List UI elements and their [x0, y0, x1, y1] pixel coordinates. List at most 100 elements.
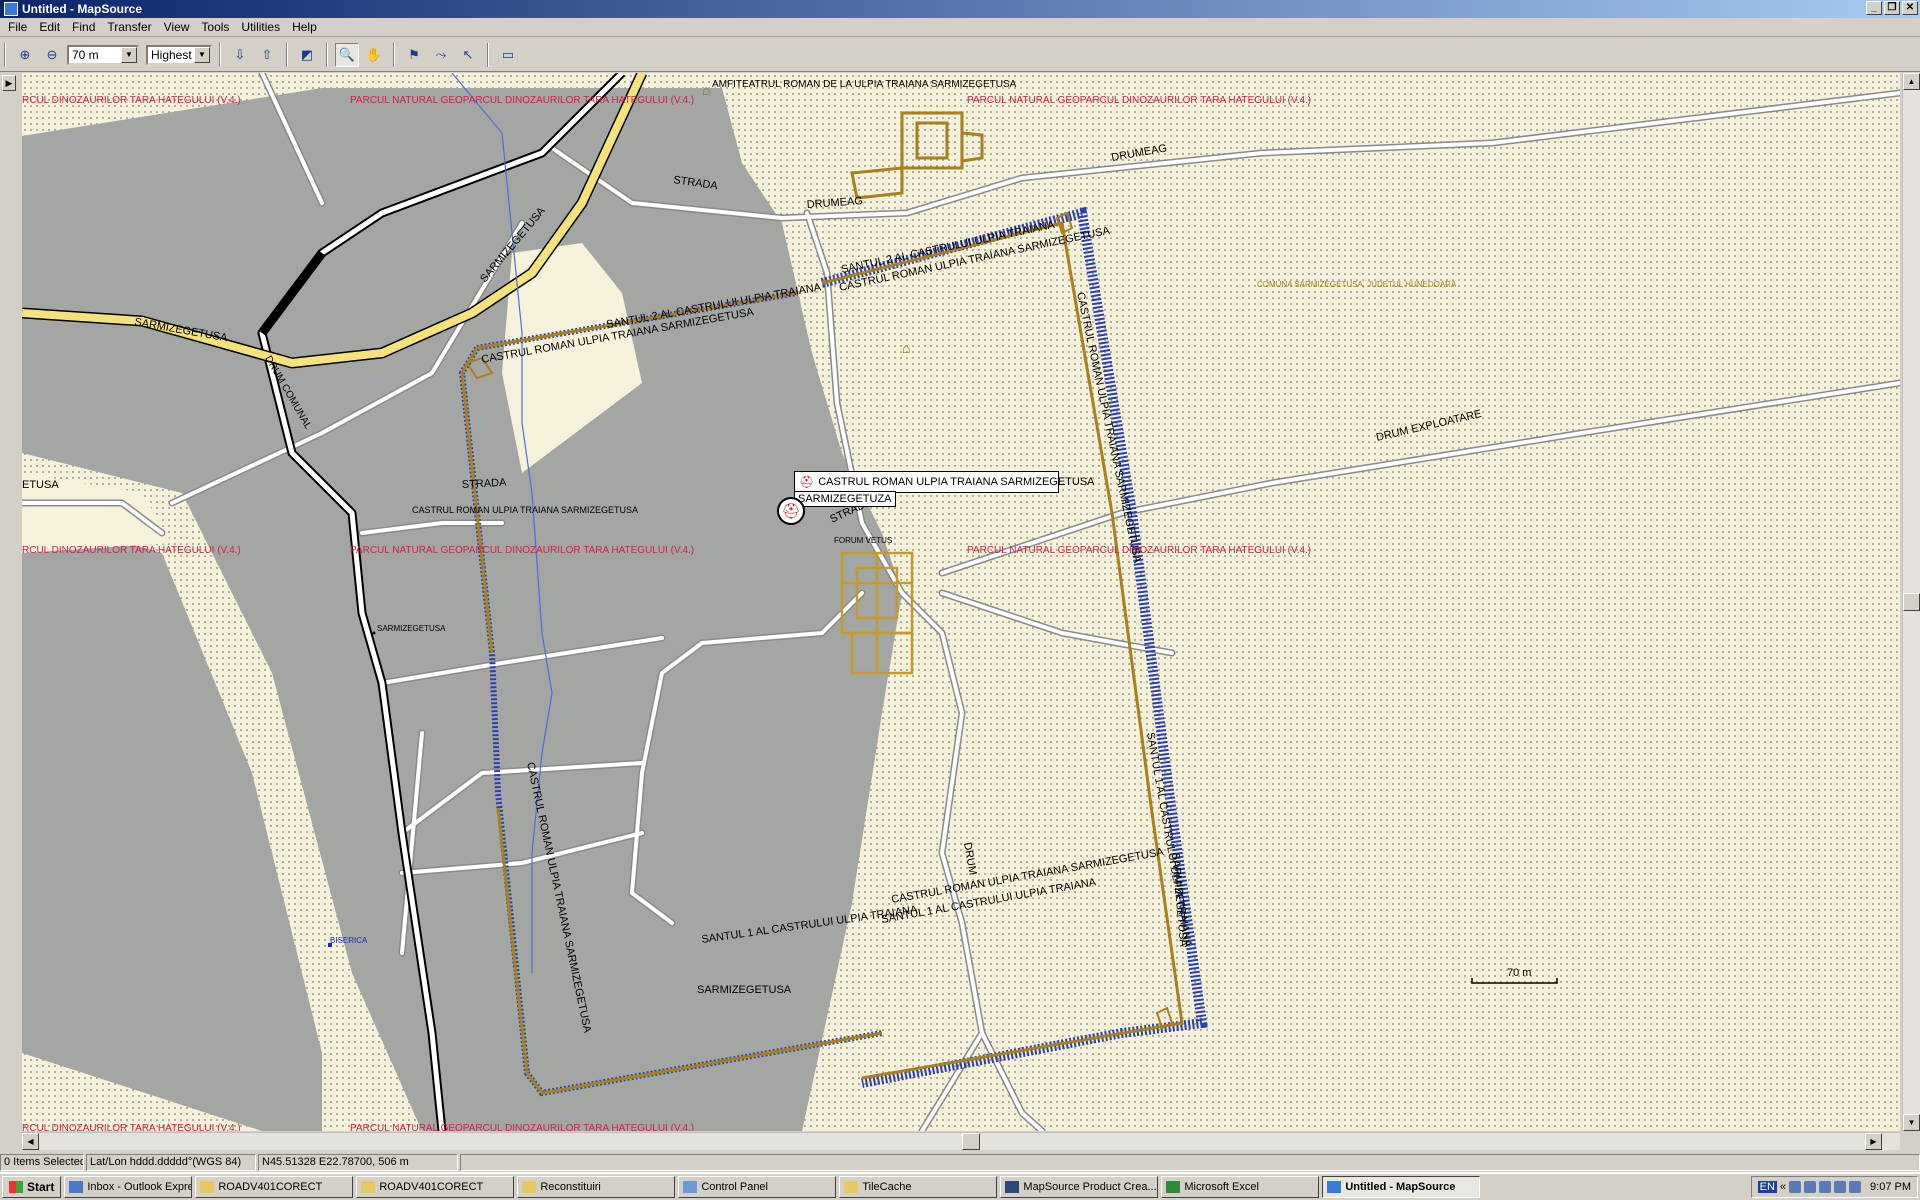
- task-folder-roadv401[interactable]: ROADV401CORECT: [195, 1176, 354, 1198]
- helmet-icon: ⛑: [799, 475, 815, 489]
- sarmizegetusa-bottom-label: SARMIZEGETUSA: [697, 984, 792, 996]
- castrul-roman-label: CASTRUL ROMAN ULPIA TRAIANA SARMIZEGETUS…: [412, 505, 638, 515]
- task-label: Microsoft Excel: [1184, 1181, 1259, 1193]
- restore-button[interactable]: ❐: [1884, 1, 1900, 15]
- close-button[interactable]: ✕: [1902, 1, 1918, 15]
- status-bar: 0 Items Selected Lat/Lon hddd.ddddd°(WGS…: [0, 1152, 1920, 1172]
- menu-bar: File Edit Find Transfer View Tools Utili…: [0, 18, 1920, 37]
- zoom-out-icon[interactable]: ⊖: [40, 43, 64, 67]
- tray-device-icon[interactable]: [1849, 1181, 1862, 1193]
- receive-from-device-icon[interactable]: ⇩: [228, 43, 252, 67]
- sarmizegetusa-point-label: SARMIZEGETUSA: [377, 624, 446, 633]
- forum-vetus-label: FORUM VETUS: [834, 536, 892, 545]
- detail-level-select[interactable]: Highest ▼: [146, 44, 212, 65]
- start-label: Start: [27, 1180, 55, 1194]
- folder-icon: [844, 1181, 859, 1193]
- chevron-down-icon[interactable]: ▼: [194, 46, 210, 63]
- amfiteatru-structure: [850, 111, 984, 200]
- send-to-device-icon[interactable]: ⇧: [255, 43, 279, 67]
- minimize-button[interactable]: _: [1866, 1, 1882, 15]
- menu-edit[interactable]: Edit: [33, 20, 66, 34]
- map-area: ▶ ⌂ ⌂ RCUL DINOZAURILOR TARA HATEGULUI (…: [0, 73, 1920, 1152]
- system-tray: EN « 9:07 PM: [1750, 1176, 1918, 1198]
- tray-network-icon[interactable]: [1804, 1181, 1817, 1193]
- select-tool-icon[interactable]: ↖: [456, 43, 480, 67]
- outlook-icon: [69, 1181, 84, 1193]
- task-control-panel[interactable]: Control Panel: [678, 1176, 837, 1198]
- menu-utilities[interactable]: Utilities: [235, 20, 286, 34]
- menu-file[interactable]: File: [2, 20, 33, 34]
- folder-icon: [361, 1181, 376, 1193]
- menu-view[interactable]: View: [158, 20, 196, 34]
- sarmizegetusa-road-label: ETUSA: [22, 479, 59, 491]
- task-mapsource-untitled[interactable]: Untitled - MapSource: [1322, 1176, 1481, 1198]
- toolbar-separator: [393, 42, 395, 67]
- task-folder-tilecache[interactable]: TileCache: [839, 1176, 998, 1198]
- tray-security-icon[interactable]: [1834, 1181, 1847, 1193]
- helmet-poi-marker[interactable]: ⛑: [777, 497, 805, 525]
- vertical-scrollbar[interactable]: ▲ ▼: [1902, 73, 1920, 1131]
- menu-find[interactable]: Find: [66, 20, 101, 34]
- hand-tool-icon[interactable]: ✋: [362, 43, 386, 67]
- poi-name-label: SARMIZEGETUZA: [794, 491, 896, 507]
- route-tool-icon[interactable]: ⤳: [429, 43, 453, 67]
- poi-tooltip[interactable]: ⛑ CASTRUL ROMAN ULPIA TRAIANA SARMIZEGET…: [794, 471, 1095, 493]
- chevron-down-icon[interactable]: ▼: [121, 46, 137, 63]
- toolbar-separator: [286, 42, 288, 67]
- toolbar-grip: [4, 42, 6, 67]
- task-folder-roadv401-2[interactable]: ROADV401CORECT: [356, 1176, 515, 1198]
- clock[interactable]: 9:07 PM: [1870, 1181, 1911, 1193]
- task-label: TileCache: [862, 1181, 912, 1193]
- sidebar-toggle-button[interactable]: ▶: [2, 75, 16, 91]
- task-folder-reconstituiri[interactable]: Reconstituiri: [517, 1176, 676, 1198]
- start-button[interactable]: Start: [2, 1176, 62, 1198]
- control-panel-icon: [683, 1181, 698, 1193]
- waypoint-tool-icon[interactable]: ⚑: [402, 43, 426, 67]
- task-excel[interactable]: Microsoft Excel: [1161, 1176, 1320, 1198]
- monument-icon: ⌂: [702, 82, 710, 98]
- mapsource-icon: [1327, 1181, 1342, 1193]
- menu-help[interactable]: Help: [286, 20, 323, 34]
- zoom-in-icon[interactable]: ⊕: [13, 43, 37, 67]
- menu-transfer[interactable]: Transfer: [101, 20, 157, 34]
- toolbar: ⊕ ⊖ 70 m ▼ Highest ▼ ⇩ ⇧ ◩ 🔍 ✋ ⚑ ⤳ ↖ ▭: [0, 38, 1920, 72]
- tray-volume-icon[interactable]: [1819, 1181, 1832, 1193]
- tray-search-icon[interactable]: [1789, 1181, 1802, 1193]
- mapsource-app-icon: [4, 2, 18, 16]
- tray-chevron-icon[interactable]: «: [1780, 1181, 1786, 1193]
- task-label: Reconstituiri: [540, 1181, 601, 1193]
- point-marker: [372, 631, 376, 635]
- task-label: Inbox - Outlook Express: [87, 1181, 191, 1193]
- zoom-tool-icon[interactable]: 🔍: [335, 42, 359, 67]
- toolbar-separator: [326, 42, 328, 67]
- status-position: N45.51328 E22.78700, 506 m: [258, 1153, 458, 1171]
- status-selected: 0 Items Selected: [0, 1153, 84, 1171]
- biserica-label: BISERICA: [330, 936, 368, 945]
- task-mapsource-product[interactable]: MapSource Product Crea...: [1000, 1176, 1159, 1198]
- map-tool-icon[interactable]: ◩: [295, 43, 319, 67]
- scroll-left-button[interactable]: ◀: [22, 1133, 39, 1150]
- map-canvas[interactable]: ⌂ ⌂ RCUL DINOZAURILOR TARA HATEGULUI (V.…: [22, 73, 1900, 1131]
- monument-icon: ⌂: [902, 340, 910, 356]
- detail-level-value: Highest: [151, 47, 192, 62]
- excel-icon: [1166, 1181, 1181, 1193]
- toolbar-separator: [487, 42, 489, 67]
- drumeag-label: DRUMEAG: [806, 195, 863, 211]
- vertical-scroll-thumb[interactable]: [1903, 593, 1920, 611]
- task-label: MapSource Product Crea...: [1023, 1181, 1157, 1193]
- scroll-right-button[interactable]: ▶: [1865, 1133, 1882, 1150]
- language-indicator[interactable]: EN: [1757, 1181, 1777, 1193]
- measure-tool-icon[interactable]: ▭: [496, 43, 520, 67]
- park-label: PARCUL NATURAL GEOPARCUL DINOZAURILOR TA…: [967, 95, 1311, 106]
- horizontal-scrollbar[interactable]: ◀ ▶: [22, 1132, 1900, 1150]
- task-label: Untitled - MapSource: [1345, 1181, 1456, 1193]
- zoom-level-select[interactable]: 70 m ▼: [67, 44, 139, 65]
- horizontal-scroll-thumb[interactable]: [962, 1133, 980, 1150]
- mapsource-icon: [1005, 1181, 1020, 1193]
- folder-icon: [522, 1181, 537, 1193]
- scroll-down-button[interactable]: ▼: [1903, 1114, 1920, 1131]
- scroll-up-button[interactable]: ▲: [1903, 73, 1920, 90]
- task-outlook[interactable]: Inbox - Outlook Express: [64, 1176, 193, 1198]
- drum-exploatare-label: DRUM EXPLOATARE: [1375, 408, 1483, 444]
- menu-tools[interactable]: Tools: [195, 20, 235, 34]
